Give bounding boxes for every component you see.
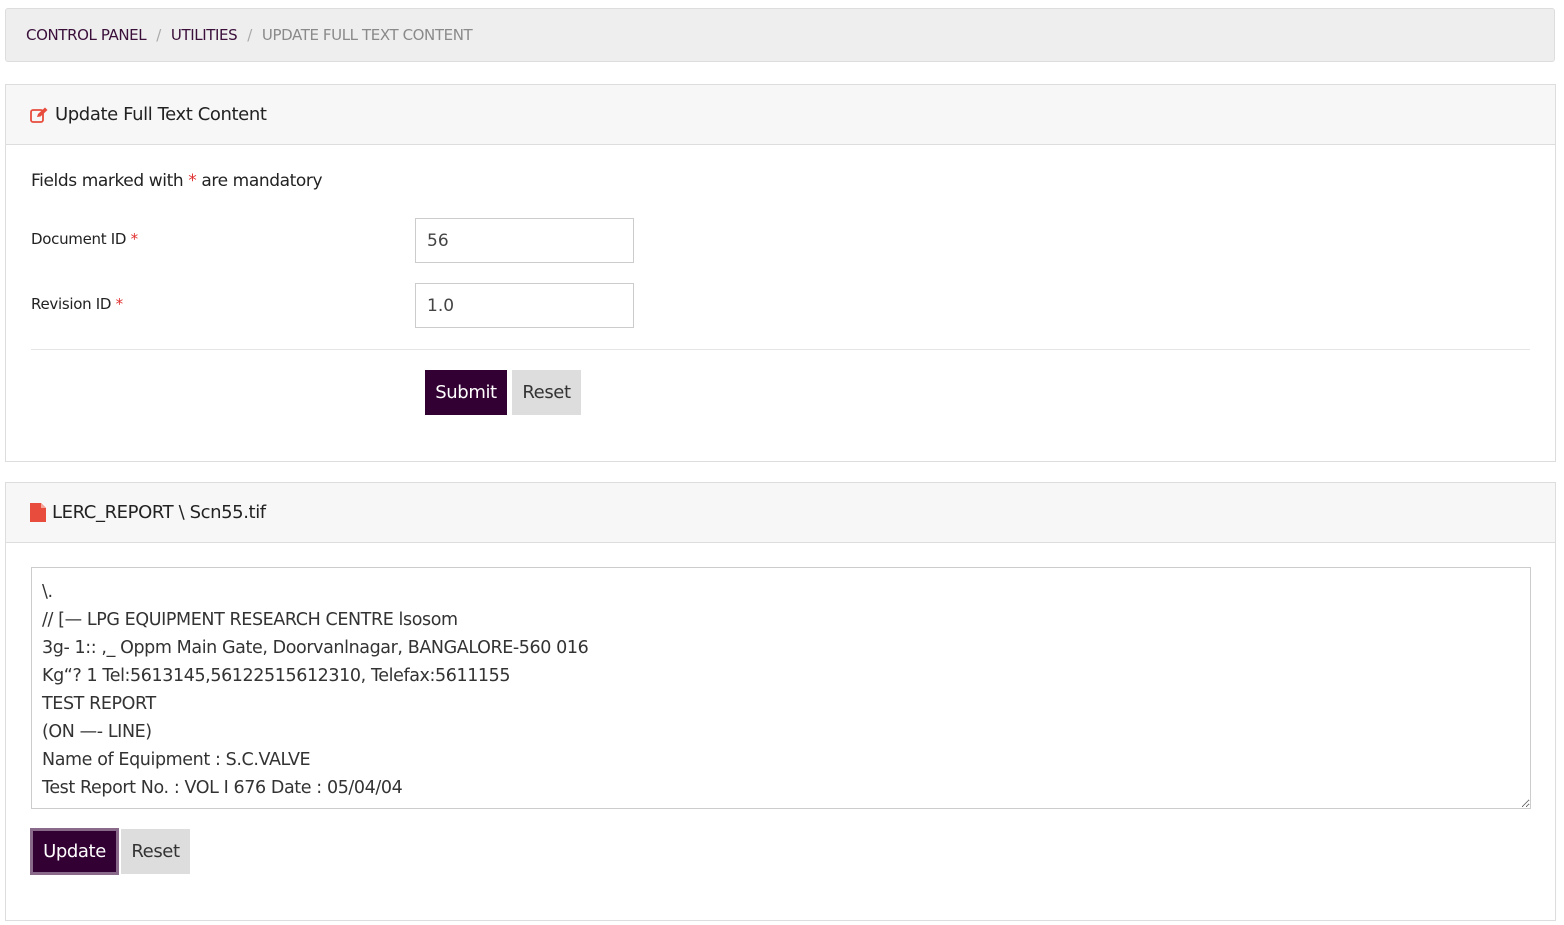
update-button[interactable]: Update	[30, 828, 119, 875]
panel-title: Update Full Text Content	[55, 104, 267, 125]
label-text: Revision ID	[31, 295, 112, 313]
file-pdf-icon	[30, 503, 46, 522]
required-star: *	[188, 171, 197, 191]
breadcrumb-separator: /	[156, 26, 161, 44]
panel-header: Update Full Text Content	[6, 85, 1555, 145]
required-star: *	[115, 295, 124, 313]
submit-button[interactable]: Submit	[425, 370, 507, 415]
panel-header: LERC_REPORT \ Scn55.tif	[6, 483, 1555, 543]
mandatory-note: Fields marked with * are mandatory	[31, 171, 323, 191]
required-star: *	[130, 230, 139, 248]
document-id-input[interactable]	[415, 218, 634, 263]
breadcrumb-utilities[interactable]: UTILITIES	[171, 26, 238, 44]
revision-id-label: Revision ID *	[31, 295, 123, 313]
content-panel: LERC_REPORT \ Scn55.tif \. // [— LPG EQU…	[5, 482, 1556, 921]
edit-icon	[30, 107, 49, 123]
breadcrumb: CONTROL PANEL / UTILITIES / UPDATE FULL …	[5, 8, 1555, 62]
document-id-label: Document ID *	[31, 230, 138, 248]
full-text-textarea[interactable]: \. // [— LPG EQUIPMENT RESEARCH CENTRE l…	[31, 567, 1531, 809]
note-text: are mandatory	[201, 171, 323, 191]
note-text: Fields marked with	[31, 171, 184, 191]
breadcrumb-current: UPDATE FULL TEXT CONTENT	[261, 26, 473, 44]
update-form-panel: Update Full Text Content Fields marked w…	[5, 84, 1556, 462]
panel-title: LERC_REPORT \ Scn55.tif	[52, 502, 266, 523]
label-text: Document ID	[31, 230, 127, 248]
revision-id-input[interactable]	[415, 283, 634, 328]
breadcrumb-control-panel[interactable]: CONTROL PANEL	[26, 26, 147, 44]
reset-content-button[interactable]: Reset	[121, 829, 190, 874]
reset-button[interactable]: Reset	[512, 370, 581, 415]
divider	[31, 349, 1530, 350]
breadcrumb-separator: /	[247, 26, 252, 44]
